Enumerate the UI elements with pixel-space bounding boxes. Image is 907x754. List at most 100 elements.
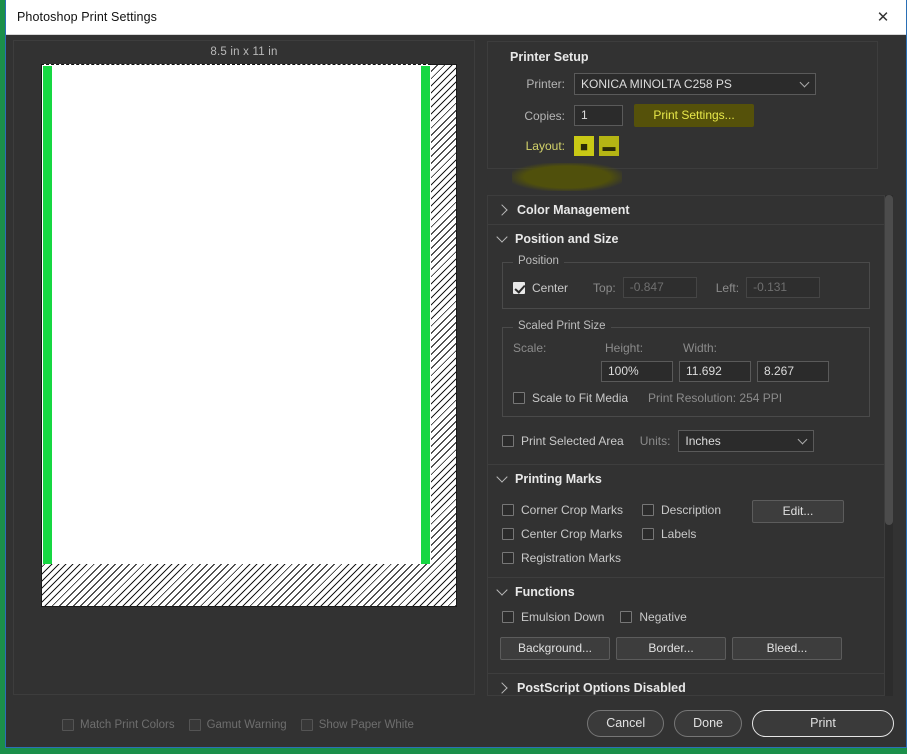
section-postscript-options: PostScript Options Disabled	[488, 674, 884, 695]
window-title: Photoshop Print Settings	[17, 10, 157, 24]
print-button[interactable]: Print	[752, 710, 894, 737]
checkbox-gamut-warning[interactable]	[188, 719, 201, 731]
bleed-button[interactable]: Bleed...	[732, 637, 842, 660]
height-input[interactable]: 11.692	[679, 361, 751, 382]
print-resolution-label: Print Resolution: 254 PPI	[648, 391, 783, 405]
width-input[interactable]: 8.267	[757, 361, 829, 382]
proof-option-gamut-warning[interactable]: Gamut Warning	[188, 719, 287, 731]
orientation-portrait-icon[interactable]: ■	[574, 136, 594, 156]
print-settings-button[interactable]: Print Settings...	[634, 104, 754, 127]
section-title: Functions	[515, 585, 575, 599]
option-label: Registration Marks	[521, 551, 622, 565]
scale-fields-row: 100% 11.692 8.267	[513, 361, 859, 382]
section-title: Printing Marks	[515, 472, 602, 486]
section-printing-marks: Printing Marks Corner Crop Marks Center …	[488, 465, 884, 578]
printing-marks-col1: Corner Crop Marks Center Crop Marks Regi…	[502, 496, 642, 565]
section-functions: Functions Emulsion Down Negative Backgro…	[488, 578, 884, 674]
left-input[interactable]: -0.131	[746, 277, 821, 298]
close-icon[interactable]: ✕	[860, 0, 906, 34]
checkbox-corner-crop-marks[interactable]	[502, 504, 514, 516]
section-postscript-options-header[interactable]: PostScript Options Disabled	[488, 674, 884, 695]
units-select-value: Inches	[685, 434, 721, 448]
scaled-print-size-legend: Scaled Print Size	[513, 320, 611, 332]
section-color-management-header[interactable]: Color Management	[488, 196, 884, 224]
option-label: Center Crop Marks	[521, 527, 623, 541]
print-preview[interactable]: 8.5 in x 11 in	[13, 40, 475, 695]
edit-button[interactable]: Edit...	[752, 500, 844, 523]
checkbox-center[interactable]	[513, 281, 525, 294]
dialog-footer: Cancel Done Print	[587, 710, 894, 737]
chevron-down-icon	[797, 434, 808, 445]
section-title: PostScript Options Disabled	[517, 681, 686, 695]
emulsion-down-label: Emulsion Down	[521, 610, 605, 624]
checkbox-show-paper-white[interactable]	[300, 719, 313, 731]
scale-input[interactable]: 100%	[601, 361, 673, 382]
option-corner-crop-marks[interactable]: Corner Crop Marks	[502, 503, 642, 517]
checkbox-center-crop-marks[interactable]	[502, 528, 514, 540]
scrollbar-thumb[interactable]	[885, 195, 893, 525]
border-button[interactable]: Border...	[616, 637, 726, 660]
copies-input[interactable]: 1	[574, 105, 623, 126]
left-label: Left:	[715, 280, 740, 295]
dialog-body: 8.5 in x 11 in Match Print Colors Gamut …	[6, 35, 906, 747]
proof-option-label: Gamut Warning	[206, 719, 287, 731]
checkbox-match-print-colors[interactable]	[62, 719, 74, 731]
copies-label: Copies:	[524, 108, 565, 123]
printing-marks-col2: Description Labels	[642, 496, 752, 565]
checkbox-description[interactable]	[642, 504, 654, 516]
print-settings-dialog: Photoshop Print Settings ✕ 8.5 in x 11 i…	[5, 0, 907, 748]
center-label: Center	[532, 280, 569, 295]
option-label: Description	[661, 503, 722, 517]
layout-row: Layout: ■ ▬	[498, 136, 867, 156]
top-label: Top:	[593, 280, 616, 295]
orientation-landscape-icon[interactable]: ▬	[599, 136, 619, 156]
scale-to-fit-row: Scale to Fit Media Print Resolution: 254…	[513, 391, 859, 405]
functions-buttons-row: Background... Border... Bleed...	[500, 637, 870, 660]
section-functions-header[interactable]: Functions	[488, 578, 884, 606]
print-selected-area-row: Print Selected Area Units: Inches	[502, 430, 870, 452]
copies-row: Copies: 1 Print Settings...	[498, 104, 867, 127]
checkbox-negative[interactable]	[620, 611, 633, 623]
proof-option-match-print-colors[interactable]: Match Print Colors	[62, 719, 175, 731]
option-description[interactable]: Description	[642, 503, 752, 517]
proof-option-label: Match Print Colors	[80, 719, 175, 731]
printer-select[interactable]: KONICA MINOLTA C258 PS	[574, 73, 816, 95]
position-group-legend: Position	[513, 255, 564, 267]
checkbox-emulsion-down[interactable]	[502, 611, 514, 623]
section-printing-marks-header[interactable]: Printing Marks	[488, 465, 884, 493]
checkbox-print-selected-area[interactable]	[502, 435, 514, 447]
checkbox-labels[interactable]	[642, 528, 654, 540]
option-registration-marks[interactable]: Registration Marks	[502, 551, 642, 565]
units-select[interactable]: Inches	[678, 430, 815, 452]
green-bar-right	[421, 66, 430, 564]
proof-option-show-paper-white[interactable]: Show Paper White	[300, 719, 414, 731]
printer-setup-title: Printer Setup	[510, 50, 589, 64]
paper-sheet	[41, 64, 457, 607]
top-input[interactable]: -0.847	[622, 277, 697, 298]
option-label: Corner Crop Marks	[521, 503, 624, 517]
preview-pane: 8.5 in x 11 in Match Print Colors Gamut …	[6, 35, 480, 747]
checkbox-registration-marks[interactable]	[502, 552, 514, 564]
option-labels[interactable]: Labels	[642, 527, 752, 541]
scale-header-row: Scale: Height: Width:	[513, 341, 859, 355]
options-scrollbar[interactable]	[885, 195, 893, 696]
chevron-right-icon	[496, 682, 508, 694]
scaled-print-size-group: Scaled Print Size Scale: Height: Width: …	[502, 320, 870, 417]
printing-marks-col3: Edit...	[752, 496, 844, 565]
printing-marks-body: Corner Crop Marks Center Crop Marks Regi…	[502, 496, 870, 565]
background-button[interactable]: Background...	[500, 637, 610, 660]
options-scroll-area: Color Management Position and Size Posit…	[487, 195, 885, 696]
proof-option-label: Show Paper White	[318, 719, 414, 731]
option-center-crop-marks[interactable]: Center Crop Marks	[502, 527, 642, 541]
section-title: Position and Size	[515, 232, 619, 246]
cancel-button[interactable]: Cancel	[587, 710, 665, 737]
section-position-and-size-header[interactable]: Position and Size	[488, 225, 884, 253]
chevron-right-icon	[496, 204, 508, 216]
settings-pane: Printer Setup Printer: KONICA MINOLTA C2…	[480, 35, 906, 747]
section-title: Color Management	[517, 203, 630, 217]
width-label: Width:	[683, 341, 718, 355]
layout-highlight-annotation	[512, 163, 622, 191]
option-label: Labels	[661, 527, 697, 541]
checkbox-scale-to-fit-media[interactable]	[513, 392, 525, 404]
done-button[interactable]: Done	[674, 710, 742, 737]
